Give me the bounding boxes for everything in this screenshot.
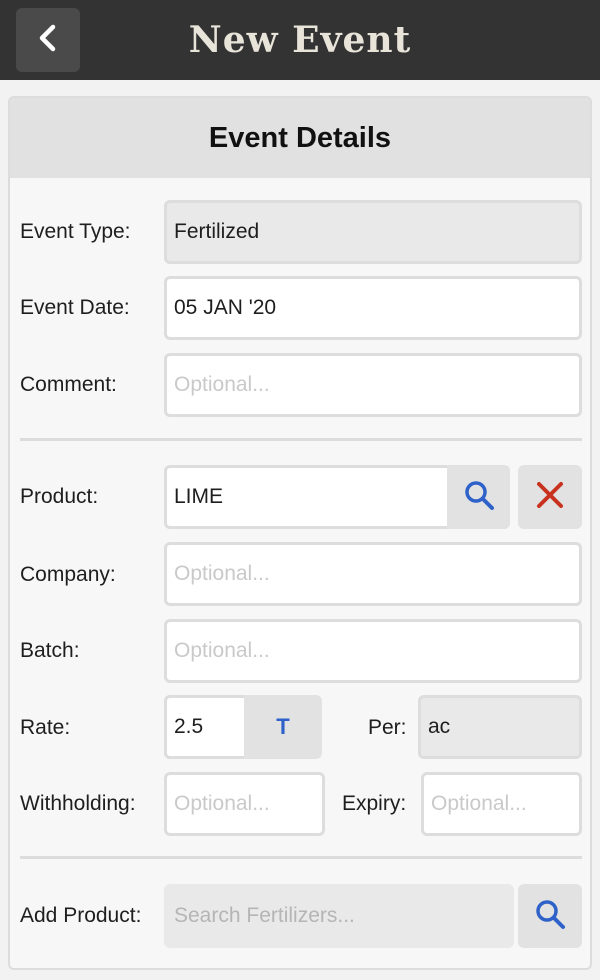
add-product-placeholder: Search Fertilizers... — [174, 904, 355, 927]
search-icon — [463, 479, 495, 516]
comment-input[interactable]: Optional... — [164, 353, 582, 417]
per-label: Per: — [368, 716, 407, 739]
event-type-label: Event Type: — [20, 220, 131, 243]
page-title: New Event — [188, 19, 412, 61]
back-button[interactable] — [16, 8, 80, 72]
comment-placeholder: Optional... — [174, 373, 270, 396]
expiry-label: Expiry: — [342, 792, 407, 815]
withholding-placeholder: Optional... — [174, 792, 270, 815]
withholding-input[interactable]: Optional... — [164, 772, 325, 836]
company-placeholder: Optional... — [174, 562, 270, 585]
event-date-label: Event Date: — [20, 296, 130, 319]
event-details-card: Event Details Event Type: Fertilized Eve… — [8, 96, 592, 970]
company-input[interactable]: Optional... — [164, 542, 582, 606]
product-search-button[interactable] — [447, 465, 510, 529]
add-product-search-button[interactable] — [518, 884, 582, 948]
event-type-value: Fertilized — [174, 220, 260, 243]
add-product-search-input[interactable]: Search Fertilizers... — [164, 884, 514, 948]
product-label: Product: — [20, 485, 99, 508]
event-date-field[interactable]: 05 JAN '20 — [164, 276, 582, 340]
section-divider-2 — [20, 856, 582, 859]
comment-label: Comment: — [20, 373, 117, 396]
rate-unit-label: T — [276, 714, 290, 739]
close-icon — [535, 480, 565, 515]
per-value: ac — [428, 715, 451, 738]
top-bar: New Event — [0, 0, 600, 80]
batch-input[interactable]: Optional... — [164, 619, 582, 683]
rate-value: 2.5 — [174, 715, 204, 738]
chevron-left-icon — [36, 23, 60, 58]
rate-label: Rate: — [20, 716, 71, 739]
section-title: Event Details — [10, 98, 590, 178]
event-date-value: 05 JAN '20 — [174, 296, 277, 319]
expiry-input[interactable]: Optional... — [421, 772, 582, 836]
add-product-label: Add Product: — [20, 904, 142, 927]
batch-label: Batch: — [20, 639, 80, 662]
rate-unit-button[interactable]: T — [244, 695, 322, 759]
expiry-placeholder: Optional... — [431, 792, 527, 815]
withholding-label: Withholding: — [20, 792, 136, 815]
section-divider — [20, 438, 582, 441]
company-label: Company: — [20, 563, 116, 586]
clear-product-button[interactable] — [518, 465, 582, 529]
product-value: LIME — [174, 485, 224, 508]
rate-input[interactable]: 2.5 — [164, 695, 244, 759]
per-field[interactable]: ac — [418, 695, 582, 759]
event-type-field[interactable]: Fertilized — [164, 200, 582, 264]
batch-placeholder: Optional... — [174, 639, 270, 662]
search-icon — [534, 898, 566, 935]
